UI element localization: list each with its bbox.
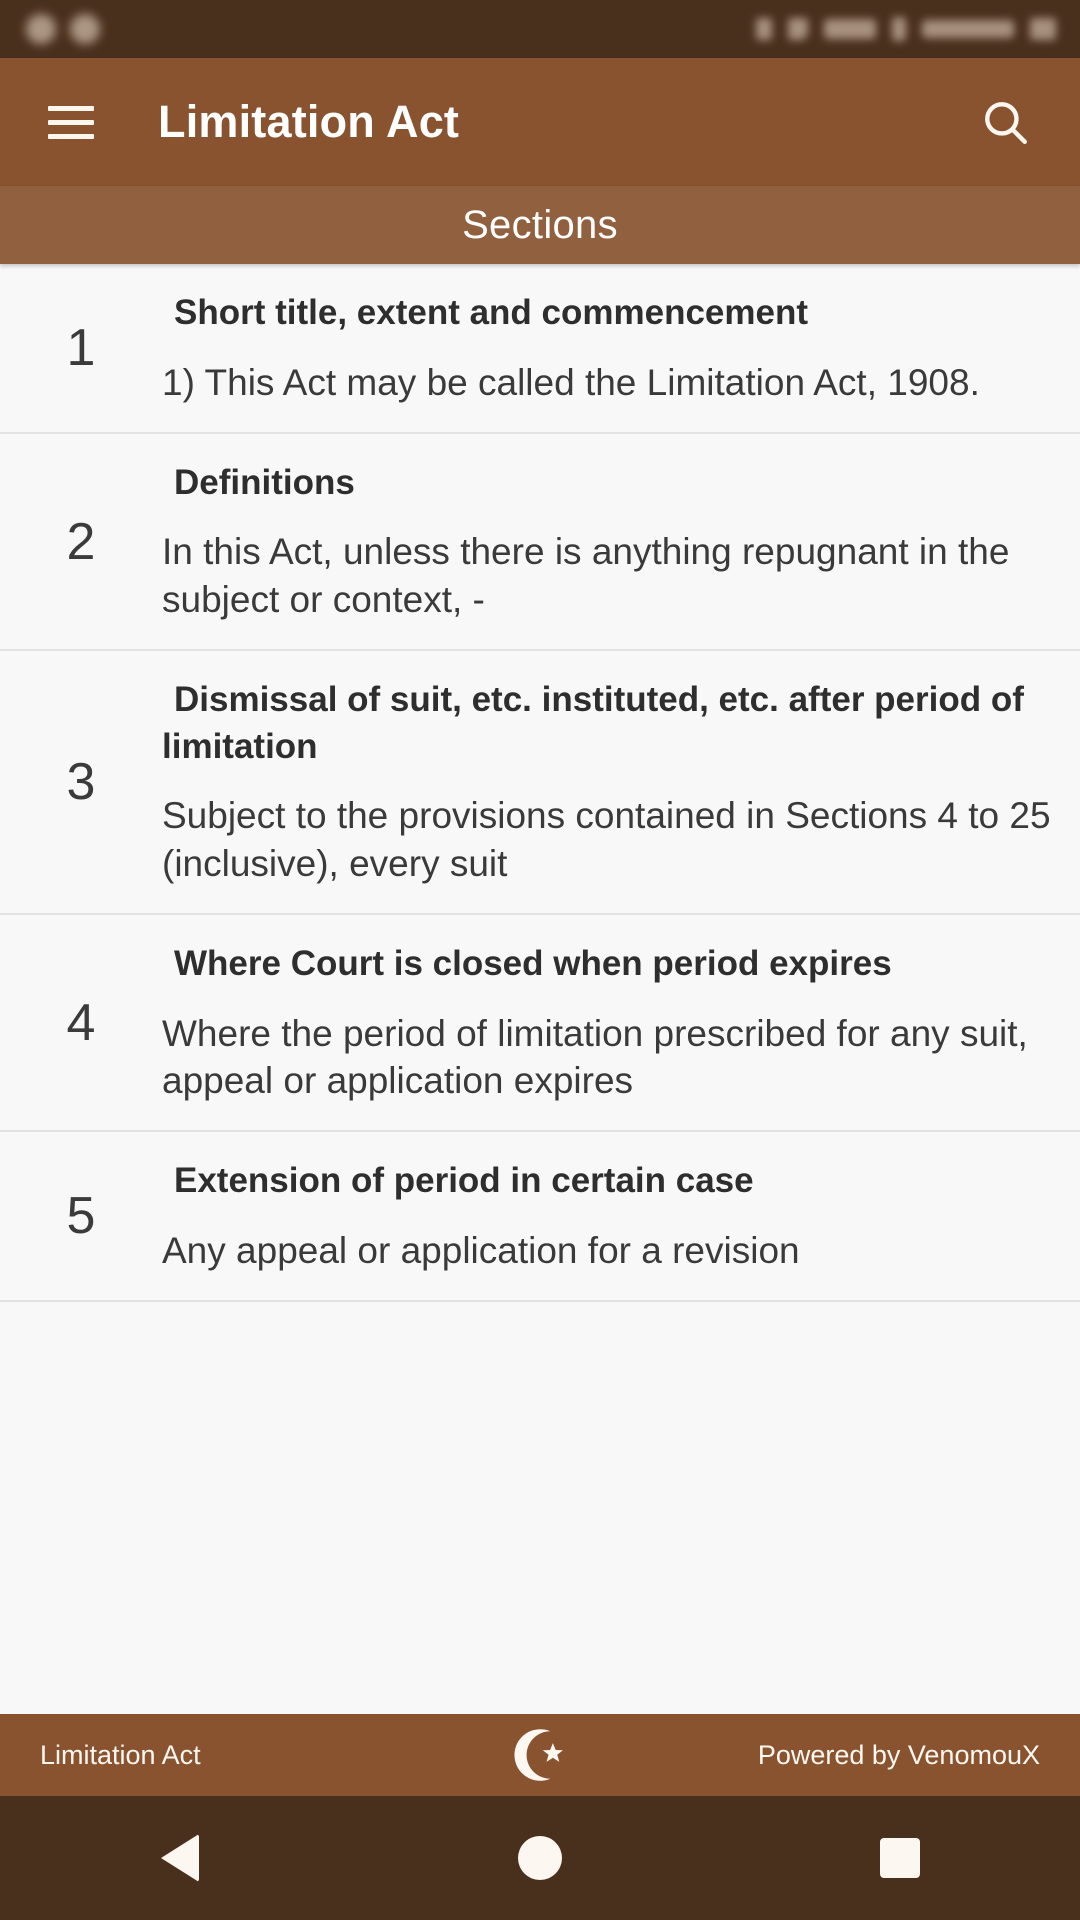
- hamburger-line: [48, 133, 94, 139]
- app-bar: Limitation Act: [0, 58, 1080, 186]
- section-content: Definitions In this Act, unless there is…: [162, 460, 1080, 623]
- section-number: 1: [66, 318, 96, 377]
- list-item[interactable]: 2 Definitions In this Act, unless there …: [0, 433, 1080, 652]
- recents-button[interactable]: [840, 1796, 960, 1920]
- hamburger-line: [48, 105, 94, 111]
- status-bar: [0, 0, 1080, 58]
- list-item[interactable]: 5 Extension of period in certain case An…: [0, 1132, 1080, 1303]
- section-description: Where the period of limitation prescribe…: [162, 1012, 1028, 1101]
- system-status-icon: [756, 18, 772, 40]
- section-description: In this Act, unless there is anything re…: [162, 531, 1010, 620]
- status-bar-system-icons: [756, 0, 1056, 58]
- notification-icon: [26, 14, 56, 44]
- section-title: Where Court is closed when period expire…: [174, 943, 892, 983]
- list-item[interactable]: 4 Where Court is closed when period expi…: [0, 914, 1080, 1133]
- section-title: Definitions: [174, 462, 355, 502]
- section-description: Any appeal or application for a revision: [162, 1229, 800, 1271]
- back-button[interactable]: [120, 1796, 240, 1920]
- section-description: 1) This Act may be called the Limitation…: [162, 361, 980, 403]
- hamburger-menu-icon[interactable]: [40, 91, 102, 153]
- section-number: 3: [66, 753, 96, 812]
- sections-tab-label: Sections: [462, 202, 618, 247]
- footer-app-name: Limitation Act: [40, 1739, 201, 1770]
- section-number: 4: [66, 993, 96, 1052]
- battery-icon: [892, 17, 906, 41]
- status-bar-notifications: [0, 14, 100, 44]
- notification-icon: [70, 14, 100, 44]
- search-icon[interactable]: [974, 91, 1036, 153]
- signal-icon: [824, 19, 876, 39]
- section-content: Extension of period in certain case Any …: [162, 1158, 1080, 1274]
- section-content: Dismissal of suit, etc. instituted, etc.…: [162, 677, 1080, 887]
- section-content: Where Court is closed when period expire…: [162, 941, 1080, 1104]
- section-number: 5: [66, 1187, 96, 1246]
- back-triangle-icon: [161, 1834, 199, 1882]
- hamburger-line: [48, 119, 94, 125]
- section-number: 2: [66, 512, 96, 571]
- crescent-moon-star-icon: [507, 1722, 573, 1788]
- page-title: Limitation Act: [158, 96, 460, 147]
- home-circle-icon: [518, 1836, 562, 1880]
- footer-bar: Limitation Act Powered by VenomouX: [0, 1714, 1080, 1796]
- system-navigation-bar: [0, 1796, 1080, 1920]
- wifi-icon: [788, 18, 808, 40]
- footer-credit: Powered by VenomouX: [757, 1739, 1040, 1770]
- sections-tab-header[interactable]: Sections: [0, 186, 1080, 264]
- section-title: Short title, extent and commencement: [174, 293, 809, 332]
- list-item[interactable]: 1 Short title, extent and commencement 1…: [0, 264, 1080, 434]
- section-content: Short title, extent and commencement 1) …: [162, 290, 1080, 406]
- section-description: Subject to the provisions contained in S…: [162, 795, 1051, 884]
- clock-text: [922, 20, 1014, 38]
- extra-status-icon: [1030, 18, 1056, 40]
- list-item[interactable]: 3 Dismissal of suit, etc. instituted, et…: [0, 651, 1080, 915]
- sections-list[interactable]: 1 Short title, extent and commencement 1…: [0, 264, 1080, 1714]
- section-title: Extension of period in certain case: [174, 1161, 754, 1201]
- phone-screen: Limitation Act Sections 1 Short title, e…: [0, 0, 1080, 1920]
- section-title: Dismissal of suit, etc. instituted, etc.…: [162, 680, 1024, 766]
- home-button[interactable]: [480, 1796, 600, 1920]
- recents-square-icon: [880, 1838, 920, 1878]
